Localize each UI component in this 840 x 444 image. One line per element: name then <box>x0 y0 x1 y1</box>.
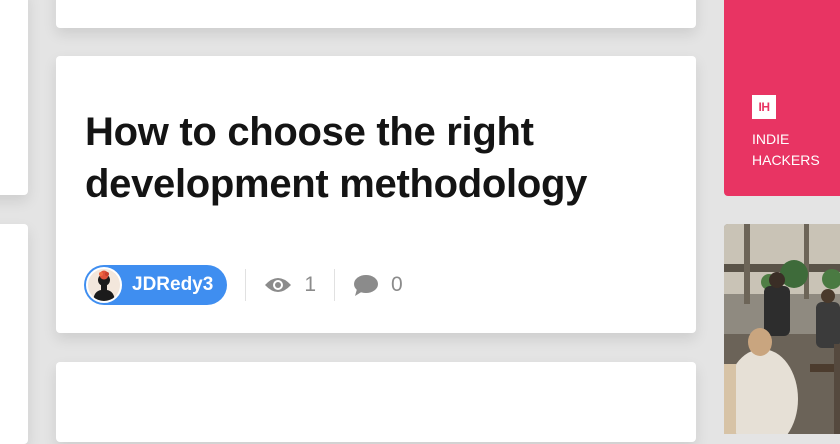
views-count: 1 <box>264 273 316 297</box>
author-chip[interactable]: JDRedy3 <box>84 265 228 305</box>
previous-post-card[interactable] <box>56 0 696 28</box>
promo-name: INDIE HACKERS <box>752 131 820 168</box>
next-post-card[interactable] <box>56 362 696 442</box>
indie-hackers-logo: IH <box>752 95 776 119</box>
eye-icon <box>265 278 292 292</box>
author-avatar <box>86 267 122 303</box>
author-name: JDRedy3 <box>132 274 214 295</box>
divider <box>245 269 247 301</box>
adjacent-card-left-bottom <box>0 224 28 444</box>
post-meta: JDRedy3 1 0 <box>84 264 403 306</box>
post-title[interactable]: How to choose the right development meth… <box>85 106 675 210</box>
promo-photo[interactable] <box>724 224 840 434</box>
views-value: 1 <box>304 273 317 296</box>
divider <box>334 269 336 301</box>
adjacent-card-left-top <box>0 0 28 195</box>
post-card[interactable]: How to choose the right development meth… <box>56 56 696 333</box>
comments-count[interactable]: 0 <box>353 273 403 297</box>
comments-value: 0 <box>391 273 403 296</box>
speech-bubble-icon <box>354 275 379 296</box>
indie-hackers-promo[interactable]: IH INDIE HACKERS <box>724 0 840 196</box>
